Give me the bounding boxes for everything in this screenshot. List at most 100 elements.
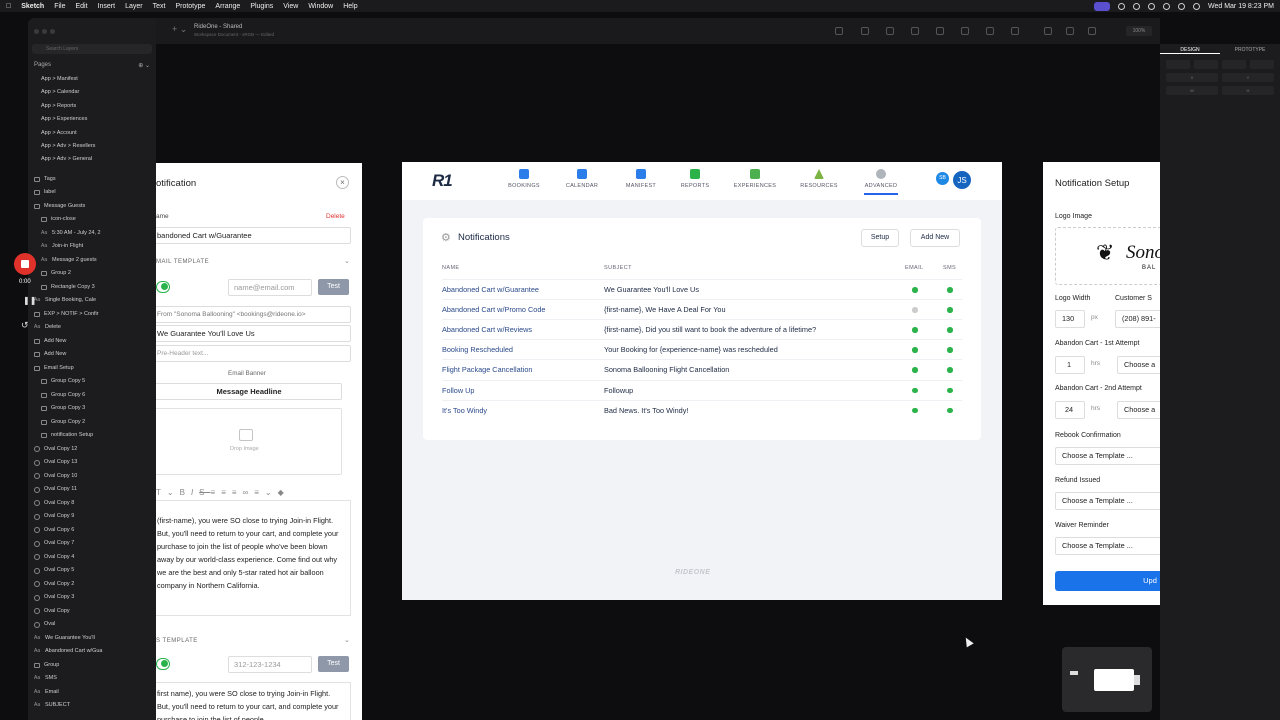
toolbar-icon[interactable] (936, 27, 944, 35)
table-row[interactable]: Abandoned Cart w/Reviews {first-name}, Di… (442, 319, 962, 339)
layer-search-input[interactable]: Search Layers (32, 44, 152, 54)
layer-item[interactable]: Oval (28, 618, 156, 632)
tab-prototype[interactable]: PROTOTYPE (1220, 47, 1280, 53)
layer-item[interactable]: Oval Copy 9 (28, 510, 156, 524)
nav-manifest[interactable]: MANIFEST (611, 169, 671, 189)
abandon-cart-2-hours[interactable]: 24 (1055, 401, 1085, 419)
add-page-icon[interactable]: ⊕ ⌄ (138, 62, 150, 69)
menu-plugins[interactable]: Plugins (250, 3, 273, 10)
logo-dropzone[interactable]: ❦ Sono BAL (1055, 227, 1160, 285)
zoom-window-icon[interactable] (50, 28, 55, 34)
layer-item[interactable]: Oval Copy 10 (28, 470, 156, 484)
toolbar-icon[interactable] (986, 27, 994, 35)
layer-item[interactable]: Group 2 (28, 267, 156, 281)
image-dropzone[interactable]: Drop Image (156, 408, 342, 475)
bullet-list-icon[interactable]: ≡ (211, 488, 222, 497)
layer-item[interactable]: Aa Join-in Flight (28, 240, 156, 254)
link-icon[interactable]: ∞ (243, 488, 255, 497)
email-body-editor[interactable]: (first-name), you were SO close to tryin… (156, 500, 351, 616)
abandon-cart-2-template-select[interactable]: Choose a (1117, 401, 1160, 419)
layer-item[interactable]: EXP > NOTIF > Confir (28, 308, 156, 322)
layer-item[interactable]: Oval Copy 4 (28, 551, 156, 565)
toolbar-icon[interactable] (1044, 27, 1052, 35)
stop-recording-button[interactable] (14, 253, 36, 275)
waiver-template-select[interactable]: Choose a Template ... (1055, 537, 1160, 555)
layer-item[interactable]: Tags (28, 173, 156, 187)
layer-item[interactable]: Aa SMS (28, 672, 156, 686)
sms-body-editor[interactable]: first name), you were SO close to trying… (156, 682, 351, 720)
window-thumbnail[interactable] (1062, 647, 1152, 712)
app-menu[interactable]: Sketch (21, 3, 44, 10)
layer-item[interactable]: Group Copy 3 (28, 402, 156, 416)
layer-item[interactable]: Oval Copy 7 (28, 537, 156, 551)
nav-calendar[interactable]: CALENDAR (552, 169, 612, 189)
minimize-window-icon[interactable] (42, 28, 47, 34)
layer-item[interactable]: Oval Copy 2 (28, 578, 156, 592)
nav-bookings[interactable]: BOOKINGS (494, 169, 554, 189)
notification-name[interactable]: Abandoned Cart w/Reviews (442, 320, 532, 340)
menu-help[interactable]: Help (343, 3, 357, 10)
status-icon[interactable] (1117, 2, 1125, 10)
toolbar-icon[interactable] (1088, 27, 1096, 35)
notification-name[interactable]: Abandoned Cart w/Promo Code (442, 300, 545, 320)
setup-button[interactable]: Setup (861, 229, 899, 247)
align-icon[interactable] (1250, 60, 1274, 69)
table-row[interactable]: Follow Up Followup (442, 379, 962, 400)
layer-item[interactable]: Email Setup (28, 362, 156, 376)
layer-item[interactable]: Rectangle Copy 3 (28, 281, 156, 295)
preheader-field[interactable]: Pre-Header text... (156, 345, 351, 362)
height-field[interactable]: H (1222, 86, 1274, 95)
align-icon[interactable] (1222, 60, 1246, 69)
search-icon[interactable] (1192, 2, 1200, 10)
close-window-icon[interactable] (34, 28, 39, 34)
status-icon[interactable] (1132, 2, 1140, 10)
menu-window[interactable]: Window (308, 3, 333, 10)
table-row[interactable]: Abandoned Cart w/Guarantee We Guarantee Y… (442, 279, 962, 299)
menu-text[interactable]: Text (153, 3, 166, 10)
bold-icon[interactable]: B (180, 488, 191, 497)
menu-layer[interactable]: Layer (125, 3, 143, 10)
layer-item[interactable]: Add New (28, 348, 156, 362)
restart-icon[interactable]: ↺ (21, 320, 29, 331)
layer-item[interactable]: Add New (28, 335, 156, 349)
avatar-secondary[interactable]: SB (936, 172, 949, 185)
align-icon[interactable] (1194, 60, 1218, 69)
sms-toggle[interactable] (156, 658, 170, 670)
toolbar-icon[interactable] (961, 27, 969, 35)
page-item[interactable]: App > Adv > Resellers (28, 140, 156, 153)
menu-prototype[interactable]: Prototype (175, 3, 205, 10)
page-item[interactable]: App > Reports (28, 100, 156, 113)
indent-icon[interactable]: ≡ (232, 488, 243, 497)
menu-insert[interactable]: Insert (98, 3, 116, 10)
email-test-button[interactable]: Test (318, 279, 349, 295)
menu-arrange[interactable]: Arrange (215, 3, 240, 10)
align-icon[interactable] (1166, 60, 1190, 69)
menubar-clock[interactable]: Wed Mar 19 8:23 PM (1208, 3, 1274, 10)
table-row[interactable]: Booking Rescheduled Your Booking for {exp… (442, 339, 962, 359)
name-input[interactable]: bandoned Cart w/Guarantee (156, 227, 351, 244)
page-item[interactable]: App > Account (28, 127, 156, 140)
layer-item[interactable]: notification Setup (28, 429, 156, 443)
layer-item[interactable]: Oval Copy 8 (28, 497, 156, 511)
add-icon[interactable]: + ⌄ (172, 24, 187, 35)
toolbar-icon[interactable] (911, 27, 919, 35)
toolbar-icon[interactable] (886, 27, 894, 35)
chevron-down-icon[interactable]: ⌄ (344, 636, 350, 644)
page-item[interactable]: App > Adv > General (28, 153, 156, 166)
layer-item[interactable]: Aa Email (28, 686, 156, 700)
wifi-icon[interactable] (1177, 2, 1185, 10)
table-row[interactable]: Abandoned Cart w/Promo Code {first-name},… (442, 299, 962, 319)
layer-item[interactable]: icon-close (28, 213, 156, 227)
layer-item[interactable]: Group (28, 659, 156, 673)
layer-item[interactable]: Oval Copy (28, 605, 156, 619)
test-email-input[interactable]: name@email.com (228, 279, 312, 296)
sms-test-button[interactable]: Test (318, 656, 349, 672)
width-field[interactable]: W (1166, 86, 1218, 95)
notification-name[interactable]: Flight Package Cancellation (442, 360, 532, 380)
nav-advanced[interactable]: ADVANCED (851, 169, 911, 195)
layer-item[interactable]: Aa SUBJECT (28, 699, 156, 713)
screen-record-icon[interactable] (1093, 1, 1110, 11)
table-row[interactable]: Flight Package Cancellation Sonoma Balloo… (442, 359, 962, 379)
strikethrough-icon[interactable]: S (199, 488, 210, 497)
status-icon[interactable] (1162, 2, 1170, 10)
